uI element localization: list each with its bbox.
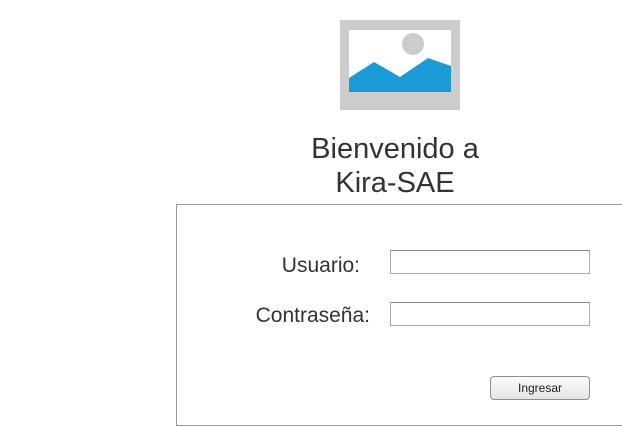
password-label: Contraseña: [255, 304, 370, 327]
welcome-title: Bienvenido a Kira-SAE [270, 132, 520, 200]
password-input[interactable] [390, 302, 590, 326]
image-placeholder-icon [340, 20, 460, 110]
welcome-line-2: Kira-SAE [335, 167, 455, 199]
login-page: Bienvenido a Kira-SAE Usuario: Contraseñ… [0, 0, 622, 427]
username-input[interactable] [390, 250, 590, 274]
login-button[interactable]: Ingresar [490, 376, 590, 400]
username-label: Usuario: [281, 254, 360, 277]
welcome-line-1: Bienvenido a [311, 133, 479, 165]
login-form: Usuario: Contraseña: Ingresar [176, 204, 622, 426]
logo-sun [402, 33, 424, 55]
